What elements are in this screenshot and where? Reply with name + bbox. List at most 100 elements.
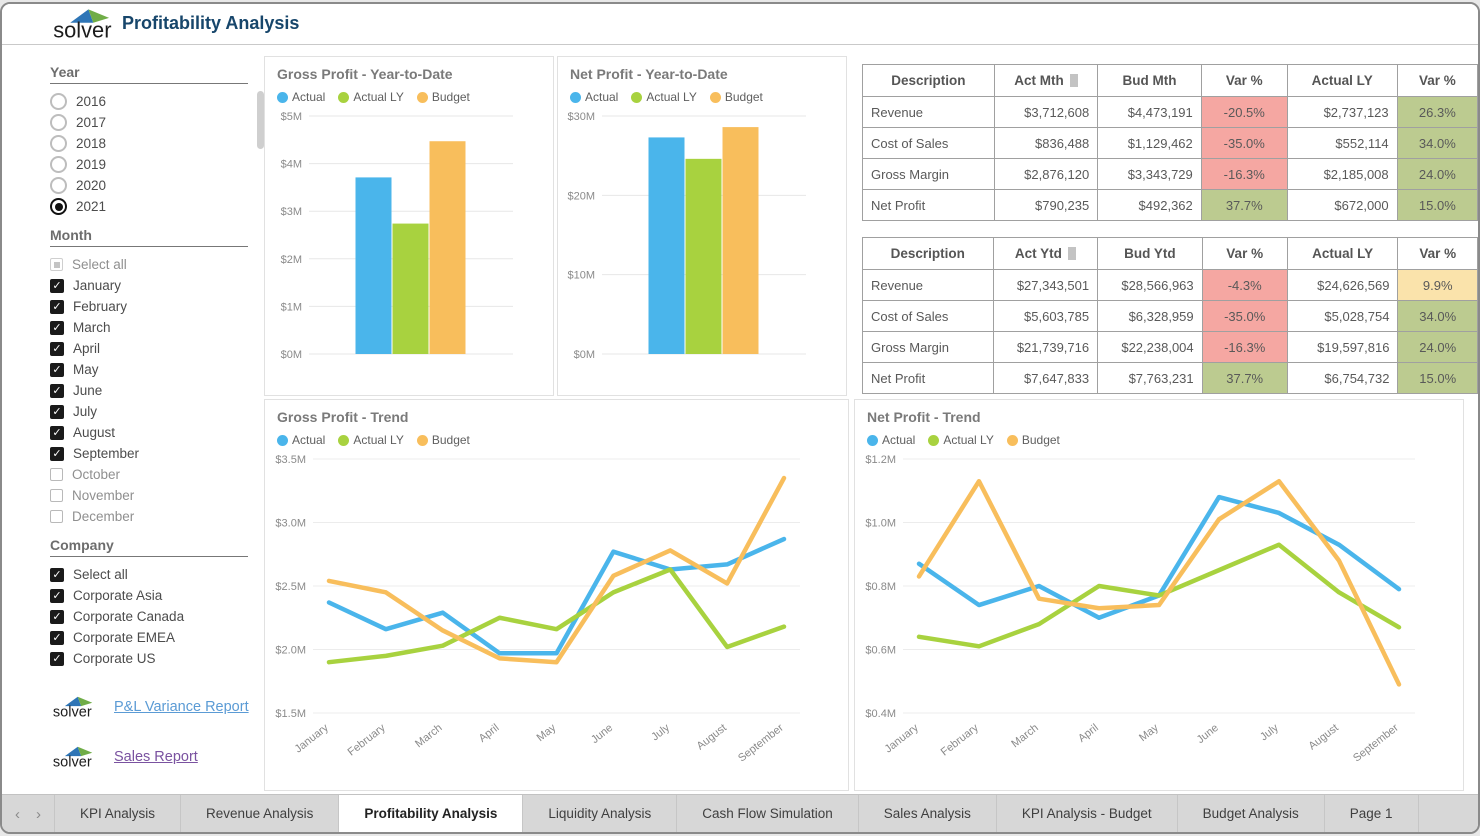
radio-icon[interactable] [50, 135, 67, 152]
table-scrollbar-icon[interactable] [1070, 74, 1078, 87]
legend-item-budget[interactable]: Budget [417, 90, 470, 104]
checkbox-icon[interactable]: ✓ [50, 447, 64, 461]
year-option-2018[interactable]: 2018 [50, 133, 260, 154]
year-option-2020[interactable]: 2020 [50, 175, 260, 196]
column-header-actual-ly: Actual LY [1287, 65, 1397, 97]
radio-icon[interactable] [50, 198, 67, 215]
tab-kpi-analysis-budget[interactable]: KPI Analysis - Budget [997, 795, 1178, 833]
year-scrollbar-thumb[interactable] [257, 91, 264, 149]
year-option-2016[interactable]: 2016 [50, 91, 260, 112]
tab-profitability-analysis[interactable]: Profitability Analysis [339, 795, 523, 833]
table-cell: $28,566,963 [1098, 270, 1203, 301]
company-select-all[interactable]: ✓Select all [50, 564, 262, 585]
checkbox-icon[interactable]: ✓ [50, 363, 64, 377]
table-header-row: DescriptionAct YtdBud YtdVar %Actual LYV… [863, 238, 1478, 270]
legend-label: Budget [1022, 433, 1060, 447]
svg-text:$0.4M: $0.4M [865, 708, 896, 720]
checkbox-icon[interactable]: ✓ [50, 589, 64, 603]
tab-cash-flow-simulation[interactable]: Cash Flow Simulation [677, 795, 859, 833]
legend-label: Actual LY [353, 90, 403, 104]
table-row: Cost of Sales$836,488$1,129,462-35.0%$55… [863, 128, 1478, 159]
legend-item-actual-ly[interactable]: Actual LY [631, 90, 696, 104]
radio-icon[interactable] [50, 177, 67, 194]
checkbox-icon[interactable]: ✓ [50, 279, 64, 293]
month-option-april[interactable]: ✓April [50, 338, 262, 359]
checkbox-label: January [73, 278, 121, 293]
checkbox-icon[interactable]: ✓ [50, 405, 64, 419]
year-option-2017[interactable]: 2017 [50, 112, 260, 133]
legend-item-actual[interactable]: Actual [570, 90, 618, 104]
month-option-october[interactable]: October [50, 464, 262, 485]
tab-budget-analysis[interactable]: Budget Analysis [1178, 795, 1325, 833]
checkbox-icon[interactable]: ✓ [50, 300, 64, 314]
checkbox-icon[interactable]: ✓ [50, 631, 64, 645]
report-link-row: solverP&L Variance Report [50, 695, 262, 719]
month-option-june[interactable]: ✓June [50, 380, 262, 401]
month-option-july[interactable]: ✓ July [50, 401, 262, 422]
month-option-august[interactable]: ✓August [50, 422, 262, 443]
legend-dot-icon [1007, 435, 1018, 446]
report-link-row: solverSales Report [50, 745, 262, 769]
radio-icon[interactable] [50, 114, 67, 131]
month-option-may[interactable]: ✓May [50, 359, 262, 380]
legend-item-actual-ly[interactable]: Actual LY [928, 433, 993, 447]
checkbox-icon[interactable]: ✓ [50, 610, 64, 624]
checkbox-icon[interactable] [50, 468, 63, 481]
tab-revenue-analysis[interactable]: Revenue Analysis [181, 795, 339, 833]
month-option-september[interactable]: ✓September [50, 443, 262, 464]
month-option-february[interactable]: ✓February [50, 296, 262, 317]
table-row: Net Profit$790,235$492,36237.7%$672,0001… [863, 190, 1478, 221]
legend-item-actual[interactable]: Actual [867, 433, 915, 447]
legend-item-actual-ly[interactable]: Actual LY [338, 90, 403, 104]
checkbox-icon[interactable]: ✓ [50, 342, 64, 356]
checkbox-icon[interactable] [50, 510, 63, 523]
company-option-corporate-asia[interactable]: ✓Corporate Asia [50, 585, 262, 606]
column-header-var-: Var % [1201, 65, 1287, 97]
tab-sales-analysis[interactable]: Sales Analysis [859, 795, 997, 833]
legend-item-actual[interactable]: Actual [277, 90, 325, 104]
checkbox-icon[interactable]: ✓ [50, 568, 64, 582]
legend-item-budget[interactable]: Budget [710, 90, 763, 104]
year-option-2019[interactable]: 2019 [50, 154, 260, 175]
table-cell: -20.5% [1201, 97, 1287, 128]
legend-item-actual-ly[interactable]: Actual LY [338, 433, 403, 447]
checkbox-icon[interactable]: ✓ [50, 321, 64, 335]
link-p-l-variance-report[interactable]: P&L Variance Report [114, 699, 249, 715]
svg-text:September: September [1351, 722, 1401, 765]
legend-item-budget[interactable]: Budget [417, 433, 470, 447]
checkbox-label: December [72, 509, 134, 524]
tabs-prev-icon[interactable]: ‹ [15, 806, 20, 823]
company-option-corporate-us[interactable]: ✓Corporate US [50, 648, 262, 669]
checkbox-icon[interactable]: ✓ [50, 384, 64, 398]
legend-item-budget[interactable]: Budget [1007, 433, 1060, 447]
svg-text:August: August [695, 722, 729, 753]
checkbox-icon[interactable]: ✓ [50, 426, 64, 440]
tab-kpi-analysis[interactable]: KPI Analysis [54, 795, 181, 833]
checkbox-label: July [73, 404, 97, 419]
legend-dot-icon [417, 92, 428, 103]
table-scrollbar-icon[interactable] [1068, 247, 1076, 260]
link-sales-report[interactable]: Sales Report [114, 749, 198, 765]
table-cell: $2,876,120 [994, 159, 1098, 190]
radio-icon[interactable] [50, 156, 67, 173]
legend-dot-icon [710, 92, 721, 103]
legend-item-actual[interactable]: Actual [277, 433, 325, 447]
checkbox-icon[interactable]: ✓ [50, 652, 64, 666]
company-option-corporate-canada[interactable]: ✓Corporate Canada [50, 606, 262, 627]
checkbox-icon[interactable] [50, 258, 63, 271]
tab-liquidity-analysis[interactable]: Liquidity Analysis [523, 795, 677, 833]
month-select-all[interactable]: Select all [50, 254, 262, 275]
year-option-2021[interactable]: 2021 [50, 196, 260, 217]
month-option-december[interactable]: December [50, 506, 262, 527]
svg-text:$30M: $30M [567, 111, 595, 123]
checkbox-icon[interactable] [50, 489, 63, 502]
svg-text:May: May [535, 722, 559, 745]
month-option-march[interactable]: ✓March [50, 317, 262, 338]
month-option-november[interactable]: November [50, 485, 262, 506]
month-option-january[interactable]: ✓ January [50, 275, 262, 296]
company-option-corporate-emea[interactable]: ✓Corporate EMEA [50, 627, 262, 648]
tabs-next-icon[interactable]: › [36, 806, 41, 823]
radio-icon[interactable] [50, 93, 67, 110]
tab-page-1[interactable]: Page 1 [1325, 795, 1419, 833]
table-row: Net Profit$7,647,833$7,763,23137.7%$6,75… [863, 363, 1478, 394]
